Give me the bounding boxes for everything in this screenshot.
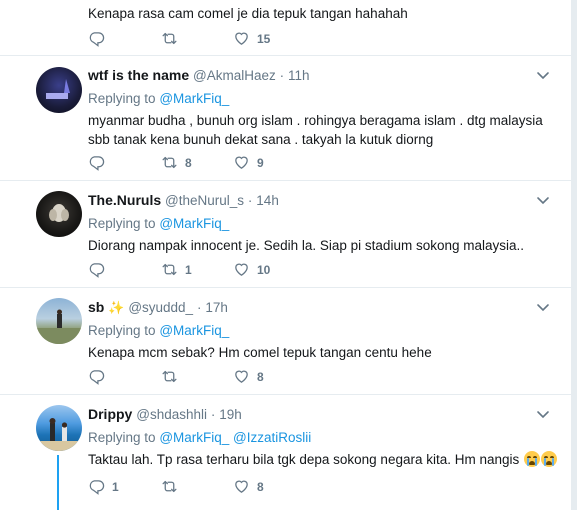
like-count: 8 (257, 479, 264, 494)
retweet-icon (161, 478, 178, 495)
tweet-replies-feed: Kenapa rasa cam comel je dia tepuk tanga… (0, 0, 572, 510)
tweet[interactable]: wtf is the name @AkmalHaez · 11h Replyin… (0, 56, 572, 181)
mention-link[interactable]: @MarkFiq_ (159, 430, 229, 445)
tweet-header: Drippy @shdashhli · 19h (88, 405, 560, 424)
avatar[interactable] (36, 191, 82, 237)
chevron-down-icon[interactable] (536, 407, 550, 421)
reply-icon (88, 154, 105, 171)
reply-icon (88, 30, 105, 47)
chevron-down-icon[interactable] (536, 193, 550, 207)
tweet-header: sb ✨ @syuddd_ · 17h (88, 298, 560, 317)
retweet-button[interactable]: 8 (161, 154, 192, 171)
replying-to-label: Replying to (88, 323, 156, 338)
retweet-button[interactable] (161, 30, 185, 47)
like-count: 9 (257, 155, 264, 170)
separator-dot: · (247, 193, 253, 208)
chevron-down-icon[interactable] (536, 68, 550, 82)
replying-to-label: Replying to (88, 91, 156, 106)
replying-to: Replying to @MarkFiq_ (88, 320, 560, 341)
like-button[interactable]: 9 (233, 154, 264, 171)
like-count: 8 (257, 369, 264, 384)
tweet-text: Taktau lah. Tp rasa terharu bila tgk dep… (88, 452, 520, 467)
tweet-text-container: Taktau lah. Tp rasa terharu bila tgk dep… (88, 450, 560, 469)
reply-icon (88, 478, 105, 495)
avatar[interactable] (36, 298, 82, 344)
user-handle[interactable]: @shdashhli (136, 407, 207, 422)
mention-link[interactable]: @MarkFiq_ (159, 323, 229, 338)
like-button[interactable]: 10 (233, 261, 270, 278)
retweet-icon (161, 368, 178, 385)
user-handle[interactable]: @AkmalHaez (193, 68, 276, 83)
tweet[interactable]: The.Nuruls @theNurul_s · 14h Replying to… (0, 181, 572, 288)
replying-to: Replying to @MarkFiq_ @IzzatiRoslii (88, 427, 560, 448)
like-button[interactable]: 8 (233, 368, 264, 385)
avatar-image (36, 418, 82, 451)
replying-to-label: Replying to (88, 216, 156, 231)
heart-icon (233, 368, 250, 385)
display-name[interactable]: The.Nuruls (88, 192, 161, 208)
timestamp[interactable]: 17h (205, 300, 228, 315)
separator-dot: · (196, 300, 202, 315)
timestamp[interactable]: 19h (219, 407, 242, 422)
reply-button[interactable] (88, 368, 112, 385)
retweet-count: 8 (185, 155, 192, 170)
retweet-button[interactable] (161, 368, 185, 385)
retweet-icon (161, 30, 178, 47)
tweet-text: Kenapa mcm sebak? Hm comel tepuk tangan … (88, 345, 432, 360)
sparkles-icon: ✨ (108, 300, 125, 315)
like-count: 10 (257, 262, 271, 277)
like-button[interactable]: 8 (233, 478, 264, 495)
like-count: 15 (257, 31, 271, 46)
reply-icon (88, 261, 105, 278)
tweet-header: The.Nuruls @theNurul_s · 14h (88, 191, 560, 210)
avatar-image (36, 309, 82, 344)
mention-link[interactable]: @IzzatiRoslii (233, 430, 311, 445)
reply-button[interactable] (88, 30, 112, 47)
mention-link[interactable]: @MarkFiq_ (159, 91, 229, 106)
retweet-button[interactable]: 1 (161, 261, 192, 278)
retweet-icon (161, 261, 178, 278)
mention-link[interactable]: @MarkFiq_ (159, 216, 229, 231)
heart-icon (233, 154, 250, 171)
tweet[interactable]: Drippy @shdashhli · 19h Replying to @Mar… (0, 395, 572, 510)
user-handle[interactable]: @theNurul_s (165, 193, 244, 208)
loudly-crying-face-icon (524, 451, 541, 467)
loudly-crying-face-icon (541, 451, 558, 467)
timestamp[interactable]: 14h (256, 193, 279, 208)
avatar[interactable] (36, 405, 82, 451)
retweet-button[interactable] (161, 478, 185, 495)
tweet-text: Diorang nampak innocent je. Sedih la. Si… (88, 238, 524, 253)
avatar-image (46, 79, 70, 99)
tweet[interactable]: sb ✨ @syuddd_ · 17h Replying to @MarkFiq… (0, 288, 572, 395)
avatar-image (49, 204, 69, 222)
separator-dot: · (210, 407, 216, 422)
avatar[interactable] (36, 67, 82, 113)
display-name[interactable]: sb (88, 299, 104, 315)
replying-to: Replying to @MarkFiq_ (88, 213, 560, 234)
reply-button[interactable] (88, 154, 112, 171)
timestamp[interactable]: 11h (288, 68, 310, 83)
thread-connector (57, 455, 59, 510)
reply-button[interactable]: 1 (88, 478, 119, 495)
tweet-text: myanmar budha , bunuh org islam . rohing… (88, 113, 543, 147)
heart-icon (233, 30, 250, 47)
chevron-down-icon[interactable] (536, 300, 550, 314)
reply-icon (88, 368, 105, 385)
replying-to-label: Replying to (88, 430, 156, 445)
display-name[interactable]: wtf is the name (88, 67, 189, 83)
tweet-header: wtf is the name @AkmalHaez · 11h (88, 66, 560, 85)
retweet-icon (161, 154, 178, 171)
reply-count: 1 (112, 479, 119, 494)
tweet-text: Kenapa rasa cam comel je dia tepuk tanga… (88, 6, 408, 21)
heart-icon (233, 261, 250, 278)
tweet[interactable]: Kenapa rasa cam comel je dia tepuk tanga… (0, 0, 572, 56)
separator-dot: · (279, 68, 285, 83)
replying-to: Replying to @MarkFiq_ (88, 88, 560, 109)
heart-icon (233, 478, 250, 495)
retweet-count: 1 (185, 262, 192, 277)
user-handle[interactable]: @syuddd_ (128, 300, 193, 315)
like-button[interactable]: 15 (233, 30, 270, 47)
reply-button[interactable] (88, 261, 112, 278)
display-name[interactable]: Drippy (88, 406, 132, 422)
